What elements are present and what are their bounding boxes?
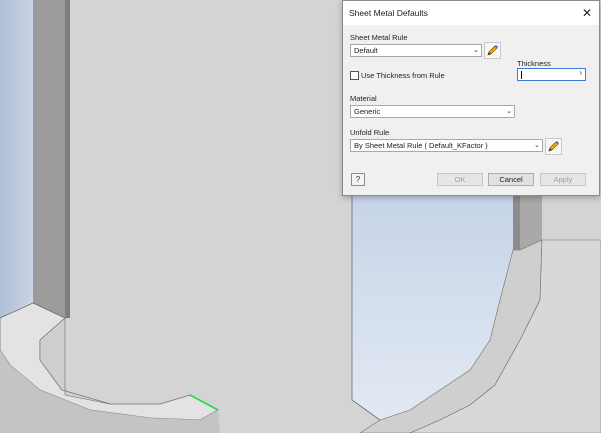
close-icon: ✕ — [581, 6, 593, 20]
sheet-metal-defaults-dialog: Sheet Metal Defaults ✕ Sheet Metal Rule … — [342, 0, 600, 196]
close-button[interactable]: ✕ — [579, 5, 595, 21]
wall-side-face — [33, 0, 65, 318]
chevron-down-icon: ⌄ — [473, 47, 479, 54]
background-region-left — [0, 0, 33, 318]
thickness-label: Thickness — [517, 59, 551, 68]
text-caret — [521, 71, 522, 79]
unfold-rule-dropdown[interactable]: By Sheet Metal Rule ( Default_KFactor ) … — [350, 139, 543, 152]
ok-button[interactable]: OK — [437, 173, 483, 186]
use-thickness-from-rule-label: Use Thickness from Rule — [361, 71, 445, 80]
chevron-down-icon: ⌄ — [534, 142, 540, 149]
edit-sheet-metal-rule-button[interactable] — [484, 42, 501, 59]
help-button[interactable]: ? — [351, 173, 365, 186]
thickness-input[interactable]: › — [517, 68, 586, 81]
unfold-rule-value: By Sheet Metal Rule ( Default_KFactor ) — [354, 141, 488, 150]
right-wall-edge — [513, 196, 520, 250]
use-thickness-from-rule-checkbox[interactable] — [350, 71, 359, 80]
unfold-rule-label: Unfold Rule — [350, 128, 390, 137]
sheet-metal-rule-label: Sheet Metal Rule — [350, 33, 408, 42]
material-dropdown[interactable]: Generic ⌄ — [350, 105, 515, 118]
wall-edge — [65, 0, 70, 318]
sheet-metal-rule-dropdown[interactable]: Default ⌄ — [350, 44, 482, 57]
help-icon: ? — [355, 175, 361, 184]
chevron-right-icon[interactable]: › — [579, 68, 582, 77]
material-label: Material — [350, 94, 377, 103]
dialog-titlebar[interactable]: Sheet Metal Defaults ✕ — [343, 1, 599, 25]
pencil-icon — [548, 141, 559, 152]
dialog-title: Sheet Metal Defaults — [349, 8, 428, 18]
sheet-metal-rule-value: Default — [354, 46, 378, 55]
cancel-button[interactable]: Cancel — [488, 173, 534, 186]
apply-button[interactable]: Apply — [540, 173, 586, 186]
pencil-icon — [487, 45, 498, 56]
material-value: Generic — [354, 107, 381, 116]
edit-unfold-rule-button[interactable] — [545, 138, 562, 155]
chevron-down-icon: ⌄ — [506, 108, 512, 115]
